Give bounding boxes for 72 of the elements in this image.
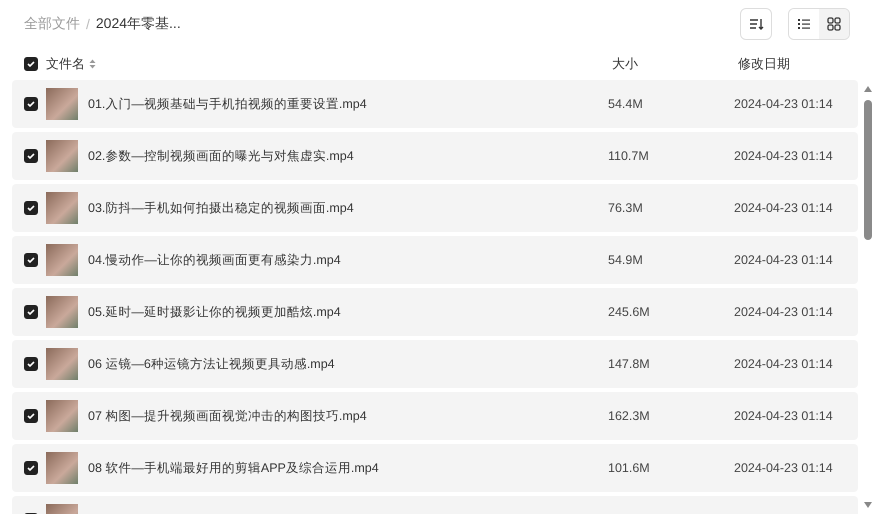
select-all-checkbox[interactable] — [24, 57, 38, 71]
grid-icon — [827, 17, 841, 31]
file-size: 54.4M — [608, 97, 644, 111]
row-checkbox[interactable] — [24, 201, 38, 215]
scroll-down-icon[interactable] — [864, 502, 872, 508]
modified-date: 2024-04-23 01:14 — [734, 357, 834, 371]
file-row[interactable]: 04.慢动作—让你的视频画面更有感染力.mp4 54.9M 2024-04-23 01:14 — [12, 236, 858, 284]
checkmark-icon — [26, 99, 36, 109]
video-thumbnail-placeholder — [46, 192, 78, 224]
checkmark-icon — [26, 151, 36, 161]
checkmark-icon — [26, 463, 36, 473]
file-row[interactable]: 02.参数—控制视频画面的曝光与对焦虚实.mp4 110.7M 2024-04-23 01:14 — [12, 132, 858, 180]
modified-date: 2024-04-23 01:14 — [734, 201, 834, 215]
sort-arrows-icon[interactable] — [89, 59, 96, 69]
row-checkbox[interactable] — [24, 409, 38, 423]
file-size: 110.7M — [608, 149, 650, 163]
scroll-up-icon[interactable] — [864, 86, 872, 92]
file-name: 02.参数—控制视频画面的曝光与对焦虚实.mp4 — [88, 148, 355, 164]
file-row[interactable]: 03.防抖—手机如何拍摄出稳定的视频画面.mp4 76.3M 2024-04-23 01:14 — [12, 184, 858, 232]
row-checkbox[interactable] — [24, 305, 38, 319]
sort-button[interactable] — [740, 8, 772, 40]
file-row[interactable]: 06 运镜—6种运镜方法让视频更具动感.mp4 147.8M 2024-04-23 01:14 — [12, 340, 858, 388]
breadcrumb-separator: / — [86, 16, 90, 32]
checkmark-icon — [26, 255, 36, 265]
modified-date: 2024-04-23 01:14 — [734, 305, 834, 319]
checkmark-icon — [26, 411, 36, 421]
sort-icon — [748, 16, 764, 32]
file-name: 01.入门—视频基础与手机拍视频的重要设置.mp4 — [88, 96, 368, 112]
file-size: 245.6M — [608, 305, 651, 319]
checkmark-icon — [26, 203, 36, 213]
video-thumbnail-placeholder — [46, 452, 78, 484]
video-thumbnail-placeholder — [46, 296, 78, 328]
video-thumbnail-placeholder — [46, 348, 78, 380]
row-checkbox[interactable] — [24, 97, 38, 111]
video-thumbnail-placeholder — [46, 400, 78, 432]
modified-date: 2024-04-23 01:14 — [734, 97, 834, 111]
video-thumbnail-placeholder — [46, 88, 78, 120]
file-size: 147.8M — [608, 357, 651, 371]
modified-date: 2024-04-23 01:14 — [734, 253, 834, 267]
row-checkbox[interactable] — [24, 253, 38, 267]
checkmark-icon — [26, 307, 36, 317]
file-name: 03.防抖—手机如何拍摄出稳定的视频画面.mp4 — [88, 200, 355, 216]
breadcrumb-item[interactable]: 2024年零基... — [96, 15, 181, 33]
scrollbar-thumb[interactable] — [864, 100, 872, 240]
file-name: 05.延时—延时摄影让你的视频更加酷炫.mp4 — [88, 304, 342, 320]
checkmark-icon — [26, 359, 36, 369]
list-icon — [797, 17, 811, 31]
row-checkbox[interactable] — [24, 461, 38, 475]
column-header[interactable]: 文件名 — [46, 55, 85, 73]
file-row[interactable]: 08 软件—手机端最好用的剪辑APP及综合运用.mp4 101.6M 2024-04-23 01:14 — [12, 444, 858, 492]
file-name: 06 运镜—6种运镜方法让视频更具动感.mp4 — [88, 356, 336, 372]
modified-date: 2024-04-23 01:14 — [734, 461, 834, 475]
file-row[interactable]: 01.入门—视频基础与手机拍视频的重要设置.mp4 54.4M 2024-04-23 01:14 — [12, 80, 858, 128]
file-row[interactable]: 05.延时—延时摄影让你的视频更加酷炫.mp4 245.6M 2024-04-23 01:14 — [12, 288, 858, 336]
row-checkbox[interactable] — [24, 149, 38, 163]
row-checkbox[interactable] — [24, 357, 38, 371]
column-header: 大小 — [612, 55, 638, 73]
file-name: 07 构图—提升视频画面视觉冲击的构图技巧.mp4 — [88, 408, 368, 424]
file-size: 101.6M — [608, 461, 651, 475]
video-thumbnail-placeholder — [46, 244, 78, 276]
file-name: 04.慢动作—让你的视频画面更有感染力.mp4 — [88, 252, 342, 268]
modified-date: 2024-04-23 01:14 — [734, 149, 834, 163]
list-view-button[interactable] — [789, 9, 819, 39]
video-thumbnail-placeholder — [46, 140, 78, 172]
file-name: 08 软件—手机端最好用的剪辑APP及综合运用.mp4 — [88, 460, 380, 476]
file-size: 162.3M — [608, 409, 651, 423]
file-size: 76.3M — [608, 201, 644, 215]
file-size: 54.9M — [608, 253, 644, 267]
modified-date: 2024-04-23 01:14 — [734, 409, 834, 423]
checkmark-icon — [26, 59, 36, 69]
column-header: 修改日期 — [738, 55, 790, 73]
file-row[interactable]: 07 构图—提升视频画面视觉冲击的构图技巧.mp4 162.3M 2024-04-23 01:14 — [12, 392, 858, 440]
